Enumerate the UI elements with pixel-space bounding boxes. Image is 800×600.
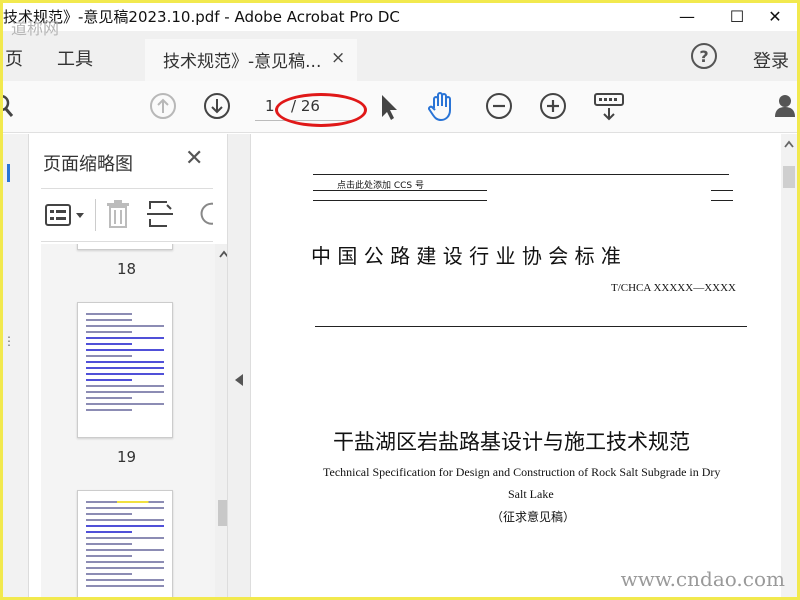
minimize-button[interactable]: — <box>665 3 709 29</box>
window-title: 技术规范》-意见稿2023.10.pdf - Adobe Acrobat Pro… <box>3 8 400 26</box>
ccs-number-placeholder[interactable]: 点击此处添加 CCS 号 <box>337 178 424 191</box>
thumbnail-page-18[interactable] <box>77 244 173 250</box>
tab-tools[interactable]: 工具 <box>57 45 93 71</box>
current-page-input[interactable]: 1 <box>265 97 275 115</box>
login-button[interactable]: 登录 <box>753 47 789 73</box>
extract-page-icon[interactable] <box>147 199 173 233</box>
corner-watermark: 道称网 <box>11 19 60 38</box>
document-scrollbar[interactable] <box>781 134 797 597</box>
select-arrow-icon[interactable] <box>379 93 399 125</box>
document-tab-label: 技术规范》-意见稿... <box>163 52 322 72</box>
hand-icon[interactable] <box>427 90 457 126</box>
thumbnail-label-19: 19 <box>117 448 137 466</box>
keyboard-icon[interactable] <box>593 91 625 127</box>
toolbar: 1 / 26 <box>3 81 797 133</box>
page-up-icon[interactable] <box>149 92 177 124</box>
standard-code: T/CHCA XXXXX—XXXX <box>611 282 736 294</box>
close-window-button[interactable]: ✕ <box>753 3 797 29</box>
share-user-icon[interactable] <box>775 93 797 123</box>
tab-home[interactable]: 页 <box>5 45 23 71</box>
draft-label: （征求意见稿） <box>491 510 576 524</box>
zoom-in-icon[interactable] <box>539 92 567 124</box>
document-tab-close-button[interactable]: × <box>331 48 345 68</box>
zoom-out-icon[interactable] <box>485 92 513 124</box>
thumbnail-list: 18 19 <box>41 244 221 597</box>
thumbnail-label-18: 18 <box>117 260 137 278</box>
document-title-en-line1: Technical Specification for Design and C… <box>323 465 721 479</box>
rule-line <box>711 200 733 201</box>
site-watermark: www.cndao.com <box>620 567 785 591</box>
navigation-strip: ⋮ <box>3 134 29 597</box>
delete-page-icon[interactable] <box>105 199 131 233</box>
search-icon[interactable] <box>3 93 15 123</box>
panel-dots-icon[interactable]: ⋮ <box>3 334 15 348</box>
rule-line <box>315 326 747 327</box>
collapse-panel-arrow-icon[interactable] <box>235 374 243 386</box>
thumbnail-tools <box>41 188 213 242</box>
page-thumbnails-panel: 页面缩略图 ✕ 18 19 <box>29 134 233 597</box>
thumbnail-page-19[interactable] <box>77 302 173 438</box>
thumbnail-options-icon[interactable] <box>45 203 87 231</box>
rule-line <box>711 190 733 191</box>
doc-scroll-up-arrow-icon[interactable] <box>784 140 794 148</box>
rule-line <box>313 174 729 175</box>
menu-tabs-bar: 页 工具 技术规范》-意见稿... × ? 登录 <box>3 31 797 81</box>
rule-line <box>313 200 487 201</box>
help-icon[interactable]: ? <box>691 43 717 69</box>
active-panel-indicator <box>7 164 10 182</box>
red-annotation-circle <box>275 93 367 127</box>
panel-close-button[interactable]: ✕ <box>185 146 203 171</box>
document-scrollbar-thumb[interactable] <box>783 166 795 188</box>
panel-splitter[interactable] <box>227 134 251 597</box>
tools-divider <box>95 199 96 231</box>
tab-document[interactable]: 技术规范》-意见稿... × <box>145 39 357 81</box>
association-name: 中 国 公 路 建 设 行 业 协 会 标 准 <box>311 244 621 268</box>
document-title-cn: 干盐湖区岩盐路基设计与施工技术规范 <box>333 430 690 454</box>
page-down-icon[interactable] <box>203 92 231 124</box>
document-title-en-line2: Salt Lake <box>508 487 554 501</box>
document-page: 点击此处添加 CCS 号 中 国 公 路 建 设 行 业 协 会 标 准 T/C… <box>251 134 781 597</box>
rotate-page-icon[interactable] <box>199 199 213 233</box>
thumbnail-page-20[interactable] <box>77 490 173 597</box>
title-bar: 技术规范》-意见稿2023.10.pdf - Adobe Acrobat Pro… <box>3 3 797 29</box>
acrobat-window: 技术规范》-意见稿2023.10.pdf - Adobe Acrobat Pro… <box>3 3 797 597</box>
panel-title: 页面缩略图 <box>43 154 133 175</box>
